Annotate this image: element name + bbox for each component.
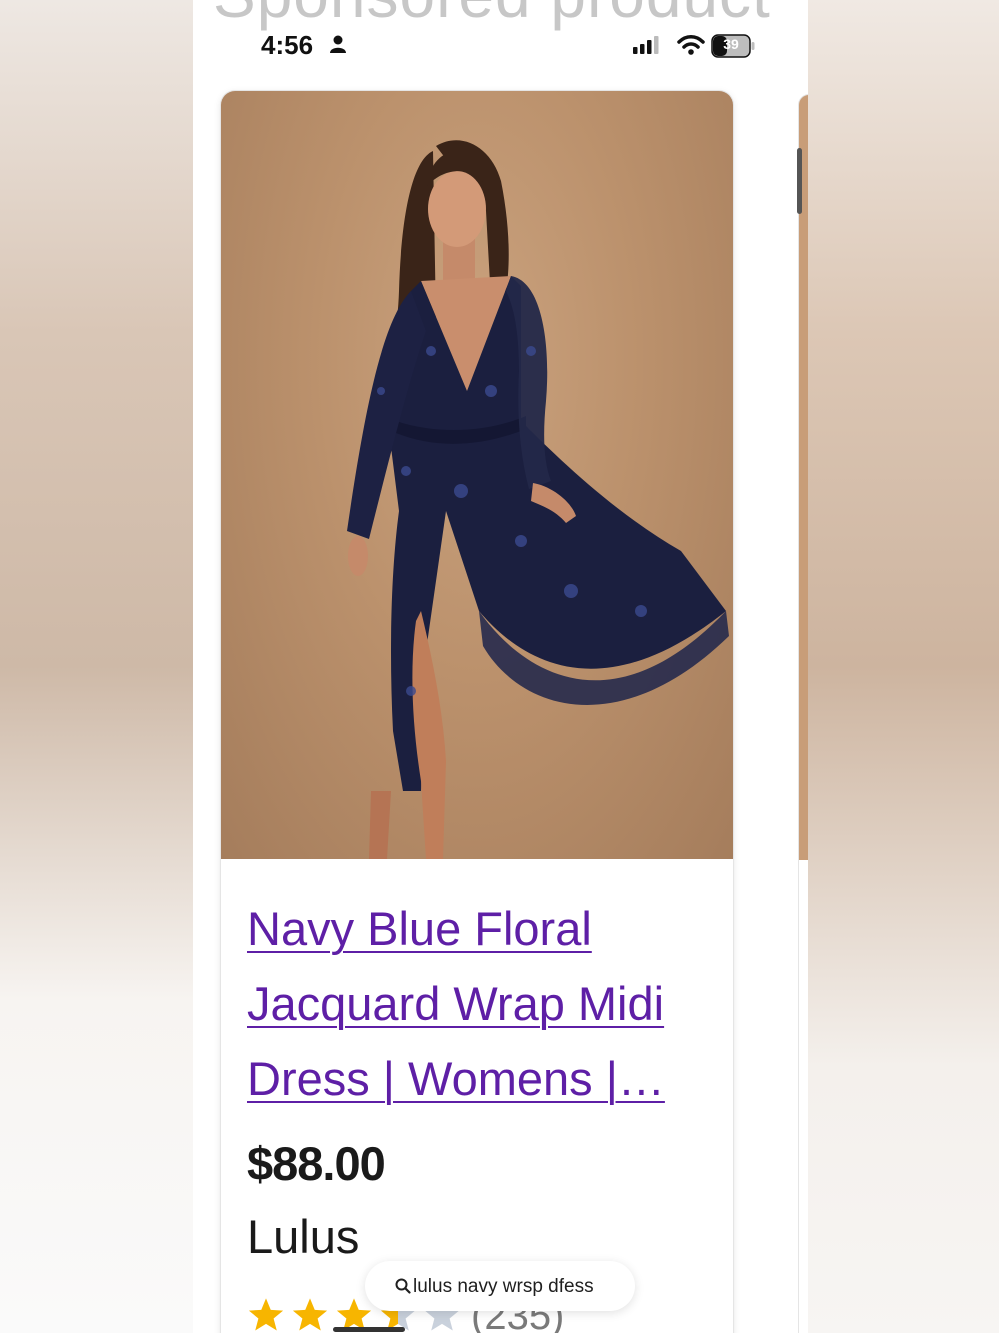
search-pill[interactable]: lulus navy wrsp dfess bbox=[365, 1261, 635, 1311]
battery-level: 39 bbox=[723, 36, 739, 52]
product-photo[interactable] bbox=[221, 91, 733, 859]
star-full-icon bbox=[292, 1298, 328, 1331]
status-bar: 4:56 39 bbox=[193, 28, 808, 64]
wifi-icon bbox=[677, 35, 705, 55]
search-icon bbox=[395, 1278, 411, 1294]
strike-mark bbox=[333, 1327, 405, 1332]
person-icon bbox=[330, 35, 346, 53]
model-dress-illustration bbox=[347, 140, 729, 859]
next-product-card-body bbox=[799, 860, 808, 1333]
product-seller: Lulus bbox=[247, 1210, 360, 1263]
product-info: Navy Blue Floral Jacquard Wrap Midi Dres… bbox=[247, 891, 717, 1264]
scrollbar[interactable] bbox=[797, 148, 802, 214]
product-price: $88.00 bbox=[247, 1137, 386, 1190]
product-card[interactable]: Navy Blue Floral Jacquard Wrap Midi Dres… bbox=[221, 91, 733, 1333]
status-time: 4:56 bbox=[261, 30, 314, 60]
star-full-icon bbox=[248, 1298, 284, 1331]
background-blur-right bbox=[808, 0, 999, 1333]
product-title-link[interactable]: Navy Blue Floral Jacquard Wrap Midi Dres… bbox=[247, 891, 717, 1116]
search-query: lulus navy wrsp dfess bbox=[413, 1276, 594, 1297]
signal-icon bbox=[633, 36, 659, 54]
background-blur-left bbox=[0, 0, 193, 1333]
phone-screen: Sponsored product 4:56 39 bbox=[193, 0, 808, 1333]
